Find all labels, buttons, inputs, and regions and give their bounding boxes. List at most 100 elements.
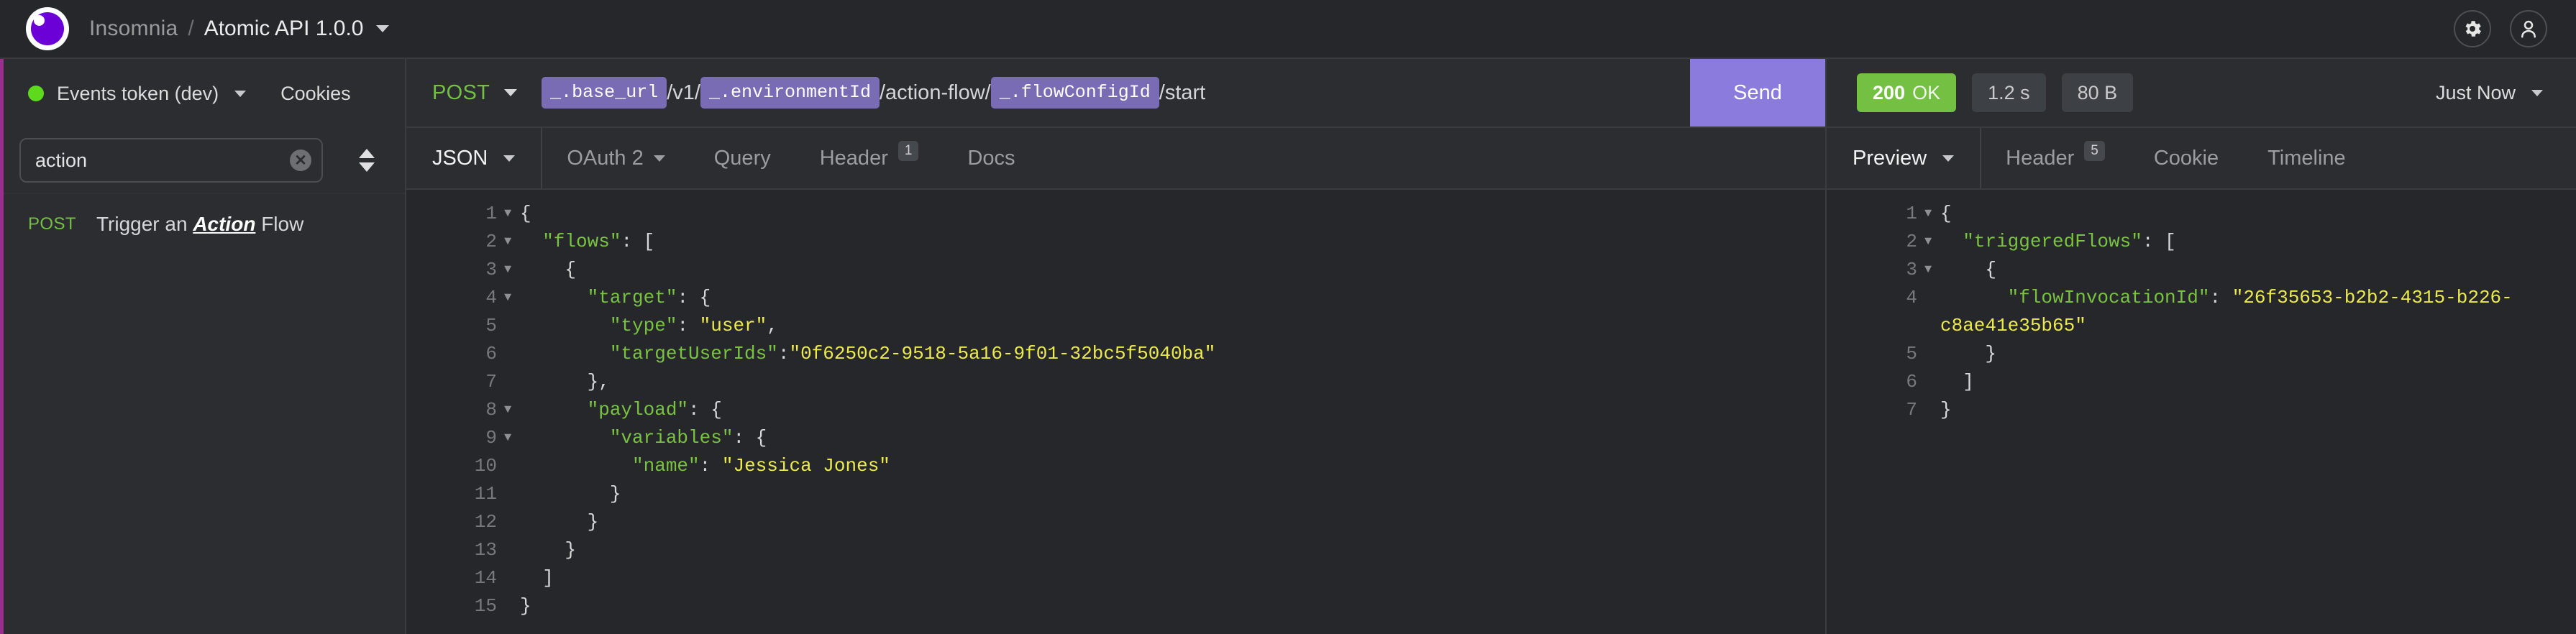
url-template-variable[interactable]: _.flowConfigId bbox=[990, 77, 1159, 109]
tab-label: Query bbox=[713, 146, 771, 170]
fold-toggle-icon[interactable]: ▼ bbox=[1922, 228, 1940, 256]
request-tab-header[interactable]: Header 1 bbox=[795, 128, 944, 188]
url-template-variable[interactable]: _.base_url bbox=[542, 77, 667, 109]
code-line: 7} bbox=[1827, 396, 2576, 424]
code-token: : bbox=[699, 455, 722, 477]
response-history-selector[interactable]: Just Now bbox=[2436, 82, 2576, 104]
tab-chevron-down-icon[interactable] bbox=[653, 155, 665, 162]
line-number: 3 bbox=[1906, 259, 1917, 280]
code-token: : [ bbox=[621, 231, 655, 252]
url-text-segment: /start bbox=[1159, 81, 1206, 104]
fold-toggle-icon[interactable]: ▼ bbox=[501, 396, 520, 424]
fold-toggle-icon[interactable]: ▼ bbox=[1922, 256, 1940, 284]
response-status-strip: 200 OK 1.2 s 80 B Just Now bbox=[1827, 59, 2576, 127]
line-number: 5 bbox=[485, 315, 497, 336]
fold-toggle-icon[interactable]: ▼ bbox=[501, 228, 520, 256]
sidebar-search-row: ✕ + bbox=[4, 128, 460, 193]
method-selector[interactable]: POST bbox=[406, 59, 542, 127]
send-button[interactable]: Send bbox=[1690, 59, 1825, 127]
response-pane: 200 OK 1.2 s 80 B Just Now Preview Header 5… bbox=[1827, 59, 2576, 634]
status-badge[interactable]: 200 OK bbox=[1857, 73, 1957, 112]
fold-toggle-icon[interactable]: ▼ bbox=[501, 256, 520, 284]
url-bar: POST _.base_url/v1/_.environmentId/actio… bbox=[406, 59, 1825, 128]
line-number: 2 bbox=[1906, 231, 1917, 252]
url-template-variable[interactable]: _.environmentId bbox=[700, 77, 880, 109]
url-input[interactable]: _.base_url/v1/_.environmentId/action-flo… bbox=[542, 59, 1690, 127]
fold-toggle-icon[interactable]: ▼ bbox=[501, 200, 520, 228]
url-text-segment: /v1/ bbox=[667, 81, 700, 104]
tab-label: Docs bbox=[967, 146, 1015, 170]
line-number: 3 bbox=[485, 259, 497, 280]
sidebar-environment-row: Events token (dev) Cookies bbox=[4, 59, 405, 128]
response-body-viewer[interactable]: 1 ▼{2 ▼ "triggeredFlows": [3 ▼ {4 "flowInvo… bbox=[1827, 190, 2576, 634]
request-name-prefix: Trigger an bbox=[96, 213, 193, 235]
fold-toggle-icon[interactable]: ▼ bbox=[501, 424, 520, 452]
code-token: { bbox=[520, 259, 577, 280]
code-text: c8ae41e35b65" bbox=[1940, 312, 2576, 340]
request-tab-query[interactable]: Query bbox=[690, 128, 795, 188]
breadcrumb-workspace[interactable]: Atomic API 1.0.0 bbox=[204, 17, 364, 41]
environment-chevron-down-icon[interactable] bbox=[234, 90, 247, 97]
code-line: 2 ▼ "triggeredFlows": [ bbox=[1827, 228, 2576, 256]
request-tab-bar: JSON OAuth 2 Query Header 1 Docs bbox=[406, 128, 1825, 190]
environment-selector[interactable]: Events token (dev) bbox=[28, 83, 247, 105]
breadcrumb-app-name[interactable]: Insomnia bbox=[89, 17, 178, 41]
code-text: } bbox=[520, 536, 1825, 564]
status-code: 200 bbox=[1873, 81, 1906, 104]
response-tab-preview[interactable]: Preview bbox=[1827, 128, 1982, 188]
line-number: 4 bbox=[485, 287, 497, 308]
code-token: "Jessica Jones" bbox=[721, 455, 890, 477]
tab-chevron-down-icon[interactable] bbox=[1942, 155, 1955, 162]
code-line: 11 } bbox=[406, 480, 1825, 508]
request-name-highlight: Action bbox=[193, 213, 256, 235]
search-input[interactable] bbox=[35, 149, 290, 172]
code-line: 8 ▼ "payload": { bbox=[406, 396, 1825, 424]
code-text: { bbox=[520, 200, 1825, 228]
code-token: : [ bbox=[2142, 231, 2176, 252]
search-field-wrapper[interactable]: ✕ bbox=[19, 138, 323, 183]
workspace-chevron-down-icon[interactable] bbox=[376, 25, 390, 32]
code-token: } bbox=[1940, 399, 1952, 421]
response-tab-cookie[interactable]: Cookie bbox=[2129, 128, 2243, 188]
request-tab-docs[interactable]: Docs bbox=[943, 128, 1039, 188]
response-size-badge[interactable]: 80 B bbox=[2061, 73, 2134, 112]
response-time-badge[interactable]: 1.2 s bbox=[1972, 73, 2046, 112]
response-tab-header[interactable]: Header 5 bbox=[1981, 128, 2129, 188]
clear-icon[interactable]: ✕ bbox=[290, 150, 311, 171]
account-button[interactable] bbox=[2510, 10, 2547, 47]
code-line: 4 ▼ "target": { bbox=[406, 284, 1825, 312]
line-number: 11 bbox=[474, 483, 497, 505]
fold-toggle-icon[interactable]: ▼ bbox=[1922, 200, 1940, 228]
code-token: } bbox=[520, 539, 577, 561]
tab-chevron-down-icon[interactable] bbox=[503, 155, 516, 162]
response-tab-timeline[interactable]: Timeline bbox=[2243, 128, 2370, 188]
code-text: "targetUserIds":"0f6250c2-9518-5a16-9f01… bbox=[520, 340, 1825, 368]
fold-toggle-icon[interactable]: ▼ bbox=[501, 284, 520, 312]
code-text: "variables": { bbox=[520, 424, 1825, 452]
tab-label: Header bbox=[2006, 146, 2075, 170]
sort-icon[interactable] bbox=[359, 142, 375, 179]
request-tab-json[interactable]: JSON bbox=[406, 128, 543, 188]
request-tab-oauth-2[interactable]: OAuth 2 bbox=[542, 128, 689, 188]
code-token: , bbox=[767, 315, 778, 336]
method-chevron-down-icon[interactable] bbox=[504, 89, 518, 96]
code-text: ] bbox=[520, 564, 1825, 592]
line-number: 8 bbox=[485, 399, 497, 421]
code-line: 5 "type": "user", bbox=[406, 312, 1825, 340]
list-item[interactable]: POST Trigger an Action Flow bbox=[4, 193, 405, 254]
code-token: "target" bbox=[520, 287, 677, 308]
code-text: ] bbox=[1940, 368, 2576, 396]
code-token: : bbox=[777, 343, 790, 364]
code-text: }, bbox=[520, 368, 1825, 396]
cookies-button[interactable]: Cookies bbox=[280, 83, 351, 105]
settings-button[interactable] bbox=[2454, 10, 2491, 47]
title-bar-actions bbox=[2454, 10, 2547, 47]
request-name-suffix: Flow bbox=[255, 213, 304, 235]
history-chevron-down-icon[interactable] bbox=[2531, 89, 2543, 96]
code-line: 10 "name": "Jessica Jones" bbox=[406, 452, 1825, 480]
insomnia-app-window: Insomnia / Atomic API 1.0.0 Events token… bbox=[0, 0, 2576, 634]
code-token: { bbox=[520, 203, 531, 224]
request-body-editor[interactable]: 1 ▼{2 ▼ "flows": [3 ▼ {4 ▼ "target": {5 "typ… bbox=[406, 190, 1825, 634]
code-text: } bbox=[520, 480, 1825, 508]
environment-status-dot-icon bbox=[28, 86, 44, 101]
